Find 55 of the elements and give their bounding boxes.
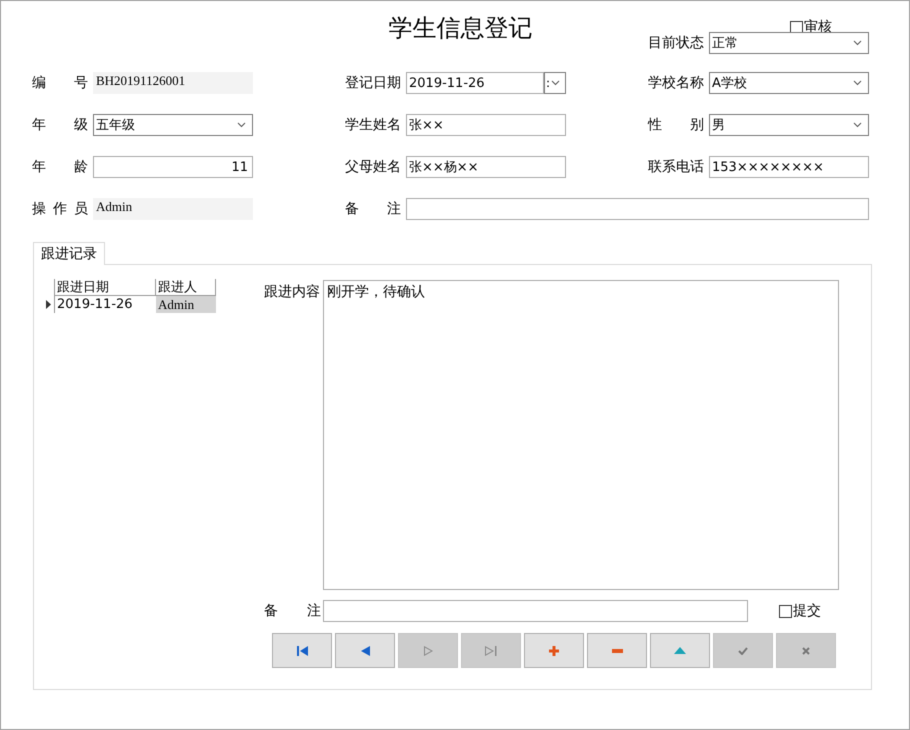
form-title: 学生信息登记: [388, 13, 532, 44]
readonly-field: BH20191126001: [93, 72, 253, 94]
close-icon: [802, 646, 810, 654]
checkbox[interactable]: [790, 20, 803, 34]
chevron-down-icon: [237, 122, 246, 128]
field-label: 年 龄: [32, 158, 88, 176]
field-label: 登记日期: [345, 74, 401, 92]
check-icon: [738, 646, 748, 654]
minus-icon: [612, 648, 622, 652]
column-header[interactable]: 跟进日期: [55, 279, 156, 296]
field-label: 父母姓名: [345, 158, 401, 176]
dropdown-field[interactable]: 男: [709, 114, 869, 136]
checkbox-label: 提交: [793, 602, 821, 620]
field-label: 性 别: [648, 116, 704, 134]
chevron-down-icon: [551, 80, 560, 86]
field-label: 目前状态: [648, 34, 704, 52]
field-label: 年 级: [32, 116, 88, 134]
next-icon: [424, 646, 432, 656]
text-area[interactable]: 刚开学，待确认: [323, 280, 839, 590]
field-label: 备 注: [264, 602, 321, 620]
input-field[interactable]: 153××××××××: [709, 156, 869, 178]
dropdown-field[interactable]: 正常: [709, 32, 869, 54]
toolbar-button[interactable]: [587, 633, 647, 668]
dropdown-field[interactable]: 五年级: [93, 114, 253, 136]
toolbar-button[interactable]: [272, 633, 332, 668]
toolbar-button[interactable]: [524, 633, 584, 668]
chevron-down-icon: [853, 80, 862, 86]
input-field[interactable]: [406, 198, 869, 220]
input-field[interactable]: [323, 600, 748, 622]
checkbox[interactable]: [779, 604, 792, 618]
first-record-icon: [296, 646, 308, 656]
field-label: 操 作 员: [32, 200, 88, 218]
input-field[interactable]: 张××: [406, 114, 566, 136]
input-field[interactable]: 11: [93, 156, 253, 178]
chevron-down-icon: [853, 122, 862, 128]
input-field[interactable]: 张××杨××: [406, 156, 566, 178]
chevron-down-icon: [853, 40, 862, 46]
date-field[interactable]: 2019-11-26: [406, 72, 544, 94]
readonly-field: Admin: [93, 198, 253, 220]
previous-icon: [360, 646, 370, 656]
field-label: 联系电话: [648, 158, 704, 176]
table-cell[interactable]: Admin: [156, 296, 216, 313]
plus-icon: [549, 646, 559, 656]
tab[interactable]: 跟进记录: [33, 242, 105, 265]
field-label: 学生姓名: [345, 116, 401, 134]
last-record-icon: [485, 646, 497, 656]
toolbar-button[interactable]: [335, 633, 395, 668]
field-label: 学校名称: [648, 74, 704, 92]
date-dropdown-button[interactable]: :: [544, 72, 566, 94]
field-label: 跟进内容: [264, 283, 321, 301]
field-label: 备 注: [345, 200, 401, 218]
up-triangle-icon: [674, 647, 686, 654]
dropdown-field[interactable]: A学校: [709, 72, 869, 94]
field-label: 编 号: [32, 74, 88, 92]
column-header[interactable]: 跟进人: [156, 279, 216, 296]
